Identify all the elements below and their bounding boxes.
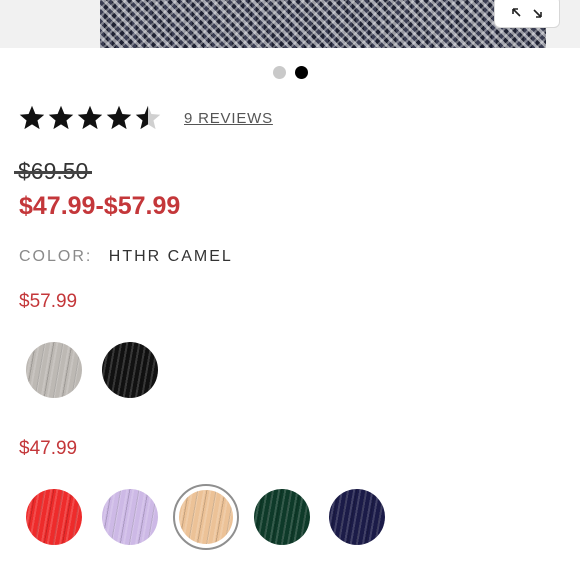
color-swatch-dark-green[interactable] [254,489,310,545]
carousel-dot-1[interactable] [272,66,286,79]
product-image[interactable] [100,0,546,48]
original-price: $69.50 [14,158,93,185]
star-icon [47,104,75,132]
color-swatch-red[interactable] [26,489,82,545]
expand-icon [510,6,544,23]
star-rating [18,104,162,132]
color-swatch-black[interactable] [102,342,158,398]
color-label: COLOR: [19,248,93,265]
color-swatch-hthr-camel[interactable] [173,484,239,550]
star-icon [105,104,133,132]
color-selection-label: COLOR: HTHR CAMEL [19,248,233,266]
carousel-dot-2[interactable] [294,66,308,79]
star-icon [134,104,162,132]
color-swatch-lavender[interactable] [102,489,158,545]
color-swatch-navy[interactable] [329,489,385,545]
price-tier-label: $47.99 [19,438,78,459]
price-tier-label: $57.99 [19,291,78,312]
strikethrough-line [14,171,93,174]
product-image-gallery[interactable] [0,0,580,48]
star-icon [18,104,46,132]
carousel-dots [0,66,580,79]
product-rating: 9 REVIEWS [18,104,273,132]
star-icon [76,104,104,132]
sale-price-range: $47.99-$57.99 [19,192,181,220]
reviews-link[interactable]: 9 REVIEWS [184,110,273,127]
color-swatch-heather-grey[interactable] [26,342,82,398]
selected-color-name: HTHR CAMEL [108,248,233,265]
expand-image-button[interactable] [494,0,560,28]
